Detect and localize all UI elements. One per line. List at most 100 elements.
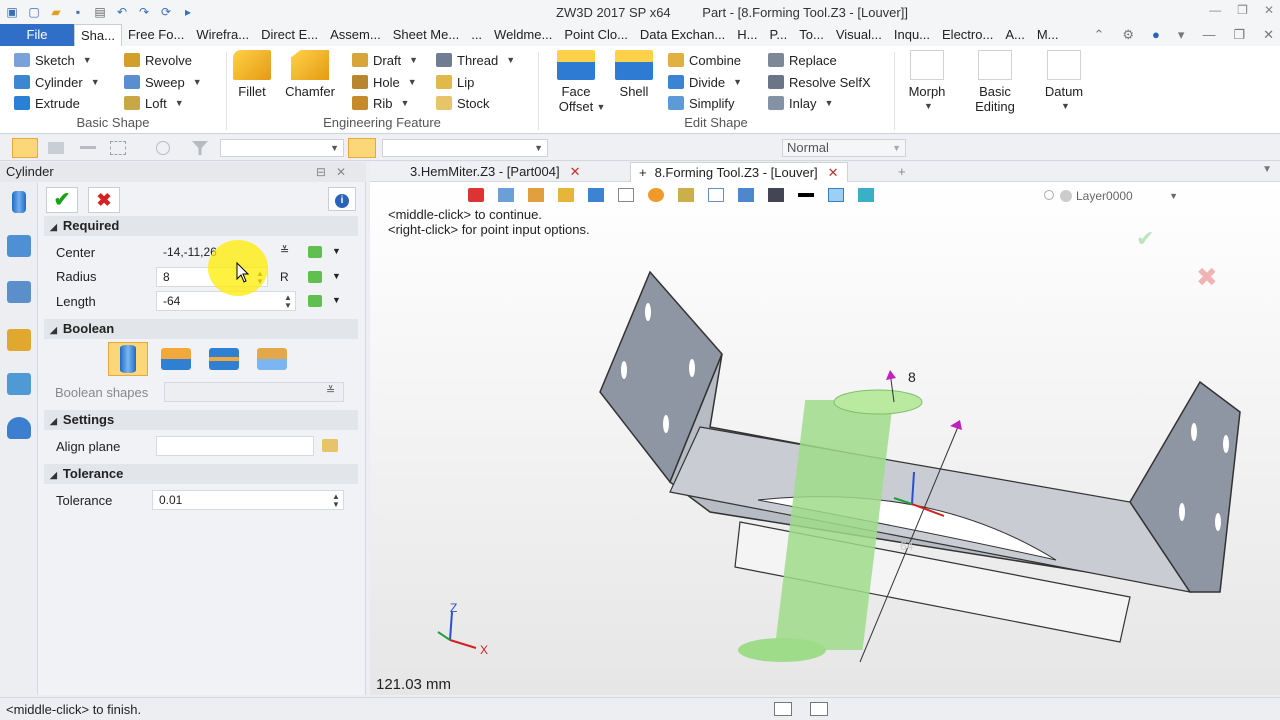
chevron-down-icon[interactable]: ▼ bbox=[408, 77, 417, 87]
radius-suffix[interactable]: R bbox=[280, 270, 289, 284]
replace-button[interactable]: Replace bbox=[768, 50, 837, 70]
chamfer-button[interactable]: Chamfer bbox=[282, 50, 338, 99]
save-icon[interactable]: ▪ bbox=[70, 4, 86, 20]
tab-p[interactable]: P... bbox=[763, 24, 793, 46]
radius-dim-label[interactable]: 8 bbox=[908, 369, 916, 385]
chevron-down-icon[interactable]: ▼ bbox=[409, 55, 418, 65]
highlight-filter-icon[interactable] bbox=[348, 138, 376, 158]
info-button[interactable]: i bbox=[328, 187, 356, 211]
chevron-down-icon[interactable]: ▼ bbox=[924, 99, 933, 114]
ok-button[interactable]: ✔ bbox=[46, 187, 78, 213]
cylinder-top-cap[interactable] bbox=[833, 389, 923, 415]
run-icon[interactable]: ▸ bbox=[180, 4, 196, 20]
tab-inquiry[interactable]: Inqu... bbox=[888, 24, 936, 46]
app-logo-icon[interactable]: ▣ bbox=[4, 4, 20, 20]
length-spinner-icon[interactable]: ▲ ▼ bbox=[284, 294, 292, 310]
boolean-base-button[interactable] bbox=[108, 342, 148, 376]
section-required[interactable]: ◢ Required bbox=[44, 216, 358, 236]
tab-h[interactable]: H... bbox=[731, 24, 763, 46]
tab-shape[interactable]: Sha... bbox=[74, 24, 122, 46]
tab-visual[interactable]: Visual... bbox=[830, 24, 888, 46]
status-layout-icon[interactable] bbox=[810, 702, 828, 716]
doc-restore-icon[interactable]: ❐ bbox=[1233, 27, 1245, 43]
pick-point-icon[interactable] bbox=[308, 246, 322, 258]
combine-button[interactable]: Combine bbox=[668, 50, 741, 70]
settings-gear-icon[interactable]: ⚙ bbox=[1122, 27, 1134, 43]
restore-icon[interactable]: ❐ bbox=[1237, 3, 1248, 17]
loft-button[interactable]: Loft ▼ bbox=[124, 93, 184, 113]
rib-button[interactable]: Rib ▼ bbox=[352, 93, 409, 113]
close-tab-icon[interactable]: ✕ bbox=[570, 164, 581, 179]
new-file-icon[interactable]: ▢ bbox=[26, 4, 42, 20]
toolbar-icon[interactable] bbox=[110, 141, 126, 155]
filter-select[interactable]: ▼ bbox=[220, 139, 344, 157]
sweep-button[interactable]: Sweep ▼ bbox=[124, 72, 202, 92]
doc-tab-hemmiter[interactable]: 3.HemMiter.Z3 - [Part004] ✕ bbox=[402, 162, 588, 182]
tab-a[interactable]: A... bbox=[999, 24, 1031, 46]
chevron-down-icon[interactable]: ▼ bbox=[193, 77, 202, 87]
chevron-down-icon[interactable]: ▼ bbox=[401, 98, 410, 108]
collapse-ribbon-icon[interactable]: ⌃ bbox=[1093, 27, 1104, 43]
inlay-button[interactable]: Inlay ▼ bbox=[768, 93, 833, 113]
chevron-down-icon[interactable]: ▼ bbox=[824, 98, 833, 108]
chevron-down-icon[interactable]: ▼ bbox=[83, 55, 92, 65]
revolve-button[interactable]: Revolve bbox=[124, 50, 192, 70]
3d-viewport[interactable]: Layer0000 ▼ <middle-click> to continue. <… bbox=[370, 182, 1280, 695]
morph-button[interactable]: Morph ▼ bbox=[900, 50, 954, 114]
tab-point-cloud[interactable]: Point Clo... bbox=[558, 24, 634, 46]
boolean-shapes-input[interactable] bbox=[164, 382, 344, 402]
user-icon[interactable] bbox=[7, 417, 31, 439]
new-tab-button[interactable]: + bbox=[890, 162, 914, 182]
doc-close-icon[interactable]: ✕ bbox=[1263, 27, 1274, 43]
chevron-down-icon[interactable]: ▼ bbox=[1061, 99, 1070, 114]
pick-length-icon[interactable] bbox=[308, 295, 322, 307]
simplify-button[interactable]: Simplify bbox=[668, 93, 735, 113]
tab-weldment[interactable]: Weldme... bbox=[488, 24, 558, 46]
tab-assembly[interactable]: Assem... bbox=[324, 24, 387, 46]
dropdown-caret-icon[interactable]: ▾ bbox=[1178, 27, 1185, 43]
chevron-down-icon[interactable]: ▼ bbox=[733, 77, 742, 87]
undo-icon[interactable]: ↶ bbox=[114, 4, 130, 20]
tab-free-form[interactable]: Free Fo... bbox=[122, 24, 190, 46]
boolean-intersect-button[interactable] bbox=[252, 342, 292, 376]
pick-radius-icon[interactable] bbox=[308, 271, 322, 283]
filter-icon[interactable] bbox=[192, 141, 208, 155]
part-library-icon[interactable] bbox=[7, 329, 31, 351]
minimize-icon[interactable]: — bbox=[1209, 3, 1221, 17]
cancel-button[interactable]: ✖ bbox=[88, 187, 120, 213]
close-icon[interactable]: ✕ bbox=[1264, 3, 1274, 17]
boolean-remove-button[interactable] bbox=[204, 342, 244, 376]
basic-editing-button[interactable]: Basic Editing bbox=[962, 50, 1028, 114]
chevron-down-icon[interactable]: ▼ bbox=[91, 77, 100, 87]
section-settings[interactable]: ◢ Settings bbox=[44, 410, 358, 430]
tolerance-spinner-icon[interactable]: ▲ ▼ bbox=[332, 493, 340, 509]
pick-arrow-icon[interactable] bbox=[12, 138, 38, 158]
tab-m[interactable]: M... bbox=[1031, 24, 1065, 46]
chevron-down-icon[interactable]: ▼ bbox=[332, 295, 341, 305]
draft-button[interactable]: Draft ▼ bbox=[352, 50, 418, 70]
lip-button[interactable]: Lip bbox=[436, 72, 474, 92]
toolbar-icon[interactable] bbox=[48, 142, 64, 154]
chevron-down-icon[interactable]: ▼ bbox=[332, 246, 341, 256]
image-icon[interactable] bbox=[7, 373, 31, 395]
mode-select[interactable]: Normal ▼ bbox=[782, 139, 906, 157]
chevron-down-icon[interactable]: ▼ bbox=[506, 55, 515, 65]
redo-icon[interactable]: ↷ bbox=[136, 4, 152, 20]
chevron-down-icon[interactable]: ▼ bbox=[175, 98, 184, 108]
expand-chevron-icon[interactable]: ≚ bbox=[326, 384, 335, 397]
tab-sheet-metal[interactable]: Sheet Me... bbox=[387, 24, 465, 46]
pick-plane-icon[interactable] bbox=[322, 439, 338, 452]
tab-electrode[interactable]: Electro... bbox=[936, 24, 999, 46]
tolerance-input[interactable]: 0.01 bbox=[152, 490, 344, 510]
expand-chevron-icon[interactable]: ≚ bbox=[280, 244, 289, 257]
tab-list-icon[interactable]: ▼ bbox=[1262, 164, 1272, 175]
close-tab-icon[interactable]: ✕ bbox=[828, 165, 839, 180]
help-icon[interactable]: ● bbox=[1152, 27, 1160, 43]
cylinder-preview-body[interactable] bbox=[774, 400, 894, 650]
section-boolean[interactable]: ◢ Boolean bbox=[44, 319, 358, 339]
resolve-selfx-button[interactable]: Resolve SelfX bbox=[768, 72, 871, 92]
open-folder-icon[interactable]: ▰ bbox=[48, 4, 64, 20]
fillet-button[interactable]: Fillet bbox=[230, 50, 274, 99]
tab-data-exchange[interactable]: Data Exchan... bbox=[634, 24, 731, 46]
tab-file[interactable]: File bbox=[0, 24, 74, 46]
